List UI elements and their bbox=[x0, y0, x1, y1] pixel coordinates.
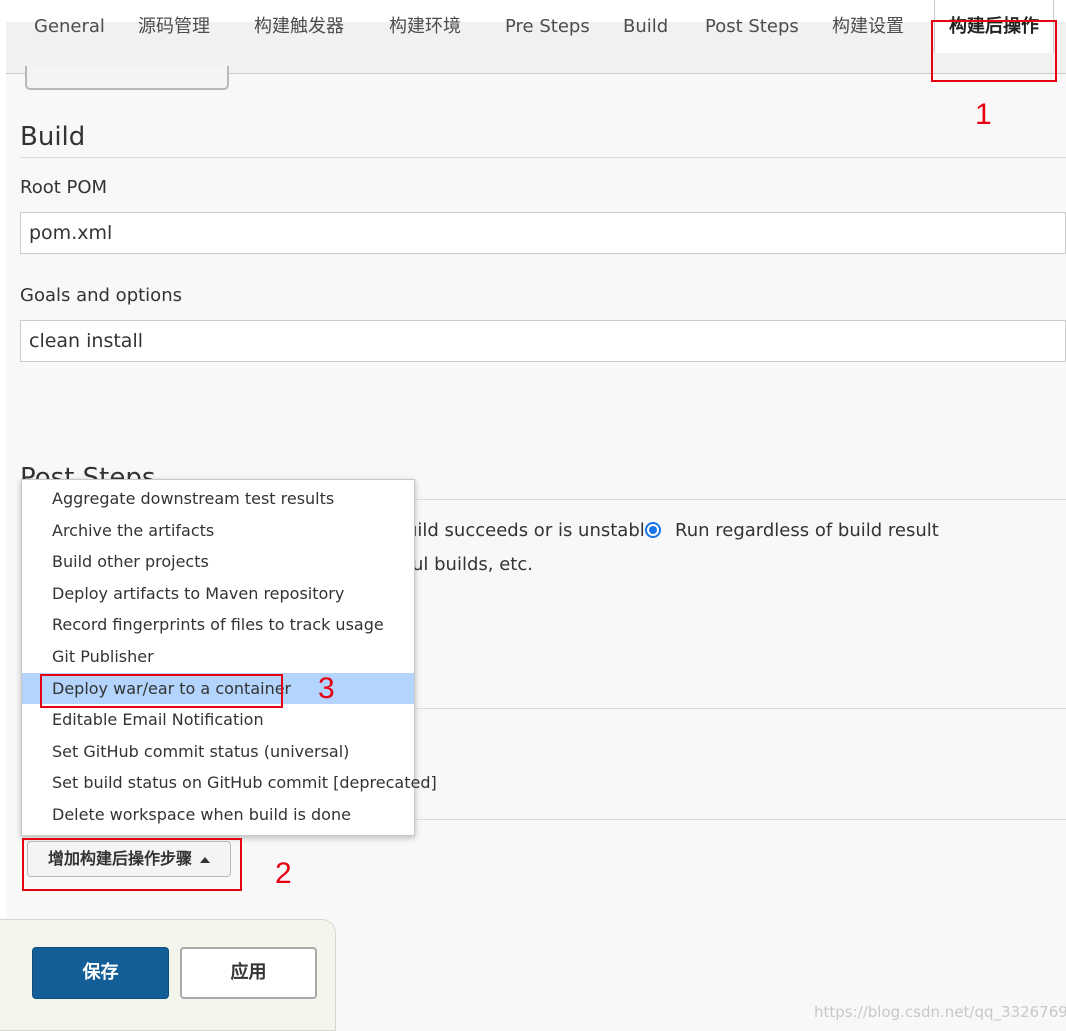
menu-item-deploy-maven[interactable]: Deploy artifacts to Maven repository bbox=[22, 578, 414, 610]
post-build-action-menu: Aggregate downstream test results Archiv… bbox=[21, 479, 437, 836]
menu-item-deploy-war-ear[interactable]: Deploy war/ear to a container bbox=[22, 672, 414, 705]
build-section-title: Build bbox=[20, 122, 86, 152]
menu-item-build-other-projects[interactable]: Build other projects bbox=[22, 546, 414, 578]
tab-pre-steps[interactable]: Pre Steps bbox=[505, 0, 590, 52]
run-regardless-radio[interactable] bbox=[645, 522, 661, 538]
root-pom-label: Root POM bbox=[20, 177, 108, 198]
post-steps-option-partial: uild succeeds or is unstable bbox=[406, 520, 656, 541]
watermark-text: https://blog.csdn.net/qq_33267695 bbox=[814, 1003, 1066, 1021]
menu-item-record-fingerprints[interactable]: Record fingerprints of files to track us… bbox=[22, 609, 414, 641]
annotation-number-3: 3 bbox=[318, 672, 335, 705]
goals-options-label: Goals and options bbox=[20, 285, 182, 306]
add-post-build-step-label: 增加构建后操作步骤 bbox=[47, 849, 192, 868]
menu-item-delete-workspace[interactable]: Delete workspace when build is done bbox=[22, 799, 414, 831]
tab-scm[interactable]: 源码管理 bbox=[138, 0, 210, 52]
section-divider-3 bbox=[400, 819, 1066, 820]
tab-post-build-actions[interactable]: 构建后操作 bbox=[934, 0, 1054, 53]
run-regardless-label[interactable]: Run regardless of build result bbox=[675, 520, 939, 541]
menu-item-git-publisher[interactable]: Git Publisher bbox=[22, 641, 414, 673]
post-steps-help-partial: ul builds, etc. bbox=[412, 554, 533, 575]
menu-item-aggregate-test-results[interactable]: Aggregate downstream test results bbox=[22, 483, 414, 515]
tab-general[interactable]: General bbox=[34, 0, 105, 52]
tab-post-steps[interactable]: Post Steps bbox=[705, 0, 799, 52]
tab-build-environment[interactable]: 构建环境 bbox=[389, 0, 461, 52]
tab-build[interactable]: Build bbox=[623, 0, 668, 52]
annotation-number-2: 2 bbox=[275, 857, 292, 890]
tab-build-settings[interactable]: 构建设置 bbox=[832, 0, 904, 52]
add-post-build-step-button[interactable]: 增加构建后操作步骤 bbox=[27, 841, 231, 877]
cut-off-button[interactable] bbox=[25, 66, 229, 90]
menu-item-github-commit-status[interactable]: Set GitHub commit status (universal) bbox=[22, 736, 414, 768]
section-divider-2 bbox=[400, 708, 1066, 709]
menu-item-github-build-status-deprecated[interactable]: Set build status on GitHub commit [depre… bbox=[22, 767, 437, 799]
caret-up-icon bbox=[200, 856, 210, 863]
apply-button[interactable]: 应用 bbox=[180, 947, 317, 999]
goals-options-input[interactable]: clean install bbox=[20, 320, 1066, 362]
build-divider bbox=[20, 157, 1066, 158]
save-button[interactable]: 保存 bbox=[32, 947, 169, 999]
root-pom-input[interactable]: pom.xml bbox=[20, 212, 1066, 254]
tab-build-triggers[interactable]: 构建触发器 bbox=[254, 0, 344, 52]
annotation-number-1: 1 bbox=[975, 98, 992, 131]
menu-item-editable-email[interactable]: Editable Email Notification bbox=[22, 704, 414, 736]
menu-item-archive-artifacts[interactable]: Archive the artifacts bbox=[22, 515, 414, 547]
